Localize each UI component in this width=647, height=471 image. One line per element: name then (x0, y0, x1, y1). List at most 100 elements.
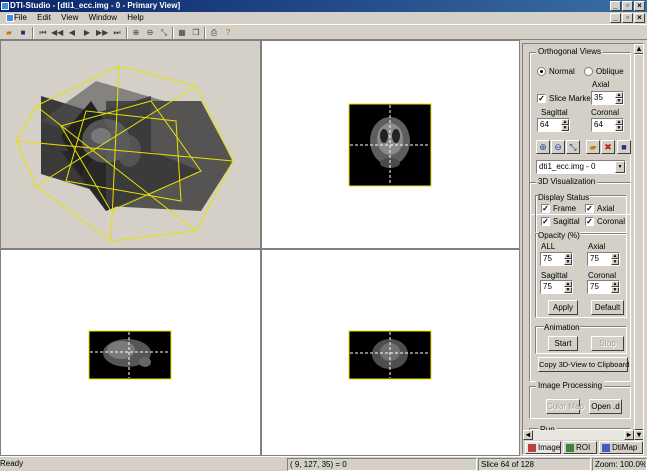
control-panel: Orthogonal Views Normal Oblique Axial ✓ … (522, 43, 644, 455)
minimize-icon[interactable]: _ (610, 1, 621, 11)
sagittal-slice-view (88, 330, 172, 380)
viewport-sagittal[interactable] (0, 249, 261, 456)
next-slice-icon[interactable]: ▶ (81, 27, 93, 39)
axial-checkbox[interactable]: ✓ (585, 204, 594, 213)
zoom-in-icon[interactable]: ⊕ (130, 27, 142, 39)
tab-image[interactable]: Image (525, 441, 561, 454)
coronal-label: Coronal (591, 108, 620, 117)
image-processing-group: Image Processing Color Map Open .d (529, 381, 631, 419)
opacity-coronal-spinner[interactable]: 75 ▲ ▼ (587, 280, 620, 294)
scroll-left-icon[interactable]: ◂ (523, 430, 533, 440)
spin-down-icon[interactable]: ▼ (561, 125, 569, 131)
viewport-3d[interactable] (0, 40, 261, 249)
slice-marker-checkbox[interactable]: ✓ (537, 94, 546, 103)
scroll-down-icon[interactable]: ▾ (634, 430, 643, 440)
opacity-all-value: 75 (543, 254, 552, 263)
animation-label: Animation (544, 323, 580, 333)
3d-rendering (15, 65, 234, 242)
zoom-fit-icon[interactable]: ⤡ (566, 140, 580, 154)
coronal-checkbox[interactable]: ✓ (585, 217, 594, 226)
fast-forward-icon[interactable]: ▶▶ (96, 27, 108, 39)
open-image-icon[interactable]: ▰ (586, 140, 600, 154)
spin-down-icon[interactable]: ▼ (615, 125, 623, 131)
scroll-thumb[interactable] (634, 54, 643, 430)
open-folder-icon[interactable]: ▰ (3, 27, 15, 39)
opacity-axial-label: Axial (588, 242, 606, 251)
oblique-radio[interactable] (584, 67, 593, 76)
opacity-sagittal-value: 75 (543, 282, 552, 291)
zoom-out-icon[interactable]: ⊖ (551, 140, 565, 154)
menu-bar: File Edit View Window Help _ ▫ × (0, 12, 647, 24)
print-icon[interactable]: ⎙ (208, 27, 220, 39)
apply-button[interactable]: Apply (548, 300, 578, 315)
child-restore-icon[interactable]: ▫ (622, 13, 633, 23)
viewport-axial[interactable] (261, 40, 520, 249)
3d-visualization-label: 3D Visualization (536, 177, 598, 187)
image-select[interactable]: dti1_ecc.img - 0 ▼ (536, 160, 626, 174)
color-map-button[interactable]: Color Map (546, 399, 584, 414)
menu-edit[interactable]: Edit (37, 13, 51, 22)
image-select-value: dti1_ecc.img - 0 (539, 162, 596, 171)
menu-view[interactable]: View (61, 13, 78, 22)
axial-spinner[interactable]: 35 ▲ ▼ (591, 91, 624, 105)
image-processing-label: Image Processing (536, 381, 605, 391)
child-close-icon[interactable]: × (634, 13, 645, 23)
menu-file[interactable]: File (14, 13, 27, 22)
sagittal-display-label: Sagittal (553, 217, 580, 226)
zoom-in-icon[interactable]: ⊕ (536, 140, 550, 154)
opacity-axial-spinner[interactable]: 75 ▲ ▼ (587, 252, 620, 266)
zoom-out-icon[interactable]: ⊖ (144, 27, 156, 39)
opacity-all-spinner[interactable]: 75 ▲ ▼ (540, 252, 573, 266)
child-minimize-icon[interactable]: _ (610, 13, 621, 23)
sagittal-spinner[interactable]: 64 ▲ ▼ (537, 118, 570, 132)
layout-icon[interactable]: ▦ (176, 27, 188, 39)
close-image-icon[interactable]: ✖ (601, 140, 615, 154)
scroll-right-icon[interactable]: ▸ (624, 430, 634, 440)
rewind-icon[interactable]: ◀◀ (51, 27, 63, 39)
axial-slice-view (348, 103, 432, 187)
spin-down-icon[interactable]: ▼ (564, 287, 572, 293)
last-slice-icon[interactable]: ⏭ (111, 27, 123, 39)
coronal-spinner[interactable]: 64 ▲ ▼ (591, 118, 624, 132)
tab-dtimap[interactable]: DtiMap (599, 441, 643, 454)
toolbar: ▰ ■ ⏮ ◀◀ ◀ ▶ ▶▶ ⏭ ⊕ ⊖ ⤡ ▦ ❐ ⎙ ? (0, 24, 647, 40)
chevron-down-icon[interactable]: ▼ (615, 161, 625, 173)
spin-down-icon[interactable]: ▼ (611, 287, 619, 293)
panel-hscrollbar[interactable]: ◂ ▸ (523, 430, 634, 440)
slice-marker-label: Slice Marker (549, 94, 594, 103)
panel-scrollbar[interactable]: ▴ ▾ (634, 44, 643, 441)
scroll-up-icon[interactable]: ▴ (634, 44, 643, 54)
spin-down-icon[interactable]: ▼ (615, 98, 623, 104)
save-image-icon[interactable]: ■ (617, 140, 631, 154)
panel-tabs: Image ROI DtiMap (523, 441, 643, 454)
opacity-all-label: ALL (541, 242, 556, 251)
copy-3d-view-button[interactable]: Copy 3D-View to Clipboard (538, 357, 629, 372)
first-slice-icon[interactable]: ⏮ (37, 27, 49, 39)
start-button[interactable]: Start (548, 336, 578, 351)
save-icon[interactable]: ■ (17, 27, 29, 39)
frame-checkbox[interactable]: ✓ (541, 204, 550, 213)
stop-button[interactable]: Stop (591, 336, 624, 351)
axial-value: 35 (594, 93, 603, 102)
menu-window[interactable]: Window (89, 13, 117, 22)
close-icon[interactable]: × (634, 1, 645, 11)
menu-help[interactable]: Help (127, 13, 143, 22)
window-title: DTI-Studio - [dti1_ecc.img - 0 - Primary… (10, 1, 181, 10)
prev-slice-icon[interactable]: ◀ (66, 27, 78, 39)
tab-roi[interactable]: ROI (563, 441, 597, 454)
sagittal-checkbox[interactable]: ✓ (541, 217, 550, 226)
default-button[interactable]: Default (591, 300, 624, 315)
normal-radio[interactable] (537, 67, 546, 76)
orthogonal-views-label: Orthogonal Views (536, 47, 603, 57)
roi-tab-icon (566, 444, 574, 452)
spin-down-icon[interactable]: ▼ (564, 259, 572, 265)
opacity-coronal-value: 75 (590, 282, 599, 291)
open-d-button[interactable]: Open .d (589, 399, 622, 414)
opacity-sagittal-spinner[interactable]: 75 ▲ ▼ (540, 280, 573, 294)
help-icon[interactable]: ? (222, 27, 234, 39)
zoom-fit-icon[interactable]: ⤡ (158, 27, 170, 39)
copy-icon[interactable]: ❐ (190, 27, 202, 39)
spin-down-icon[interactable]: ▼ (611, 259, 619, 265)
maximize-icon[interactable]: ▫ (622, 1, 633, 11)
viewport-coronal[interactable] (261, 249, 520, 456)
